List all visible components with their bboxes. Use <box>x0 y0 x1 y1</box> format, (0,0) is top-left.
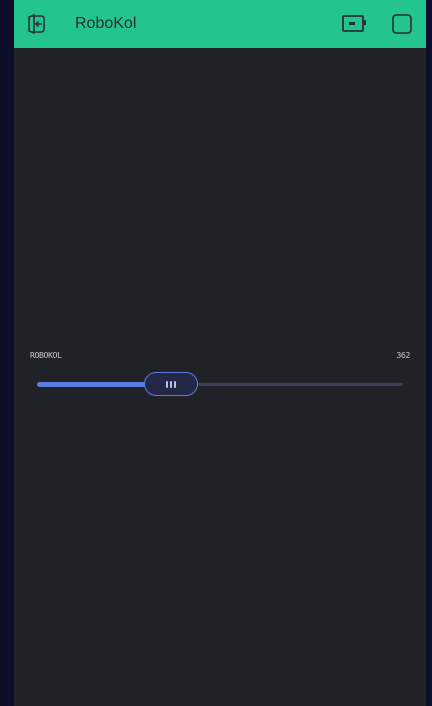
stop-button[interactable] <box>392 14 412 34</box>
square-icon <box>392 14 412 34</box>
battery-button[interactable] <box>342 13 368 35</box>
grip-icon <box>165 380 168 388</box>
slider-label: ROBOKOL <box>30 351 62 360</box>
app-screen: RoboKol ROBOKOL 362 <box>14 0 426 706</box>
slider-value: 362 <box>396 351 410 360</box>
app-bar: RoboKol <box>14 0 426 48</box>
slider-widget: ROBOKOL 362 <box>14 340 426 410</box>
battery-icon <box>342 15 366 32</box>
slider-thumb[interactable] <box>143 372 198 396</box>
exit-icon <box>28 14 45 34</box>
app-title: RoboKol <box>75 15 137 32</box>
exit-project-button[interactable] <box>26 12 50 36</box>
grip-icon <box>173 380 176 388</box>
grip-icon <box>169 380 172 388</box>
